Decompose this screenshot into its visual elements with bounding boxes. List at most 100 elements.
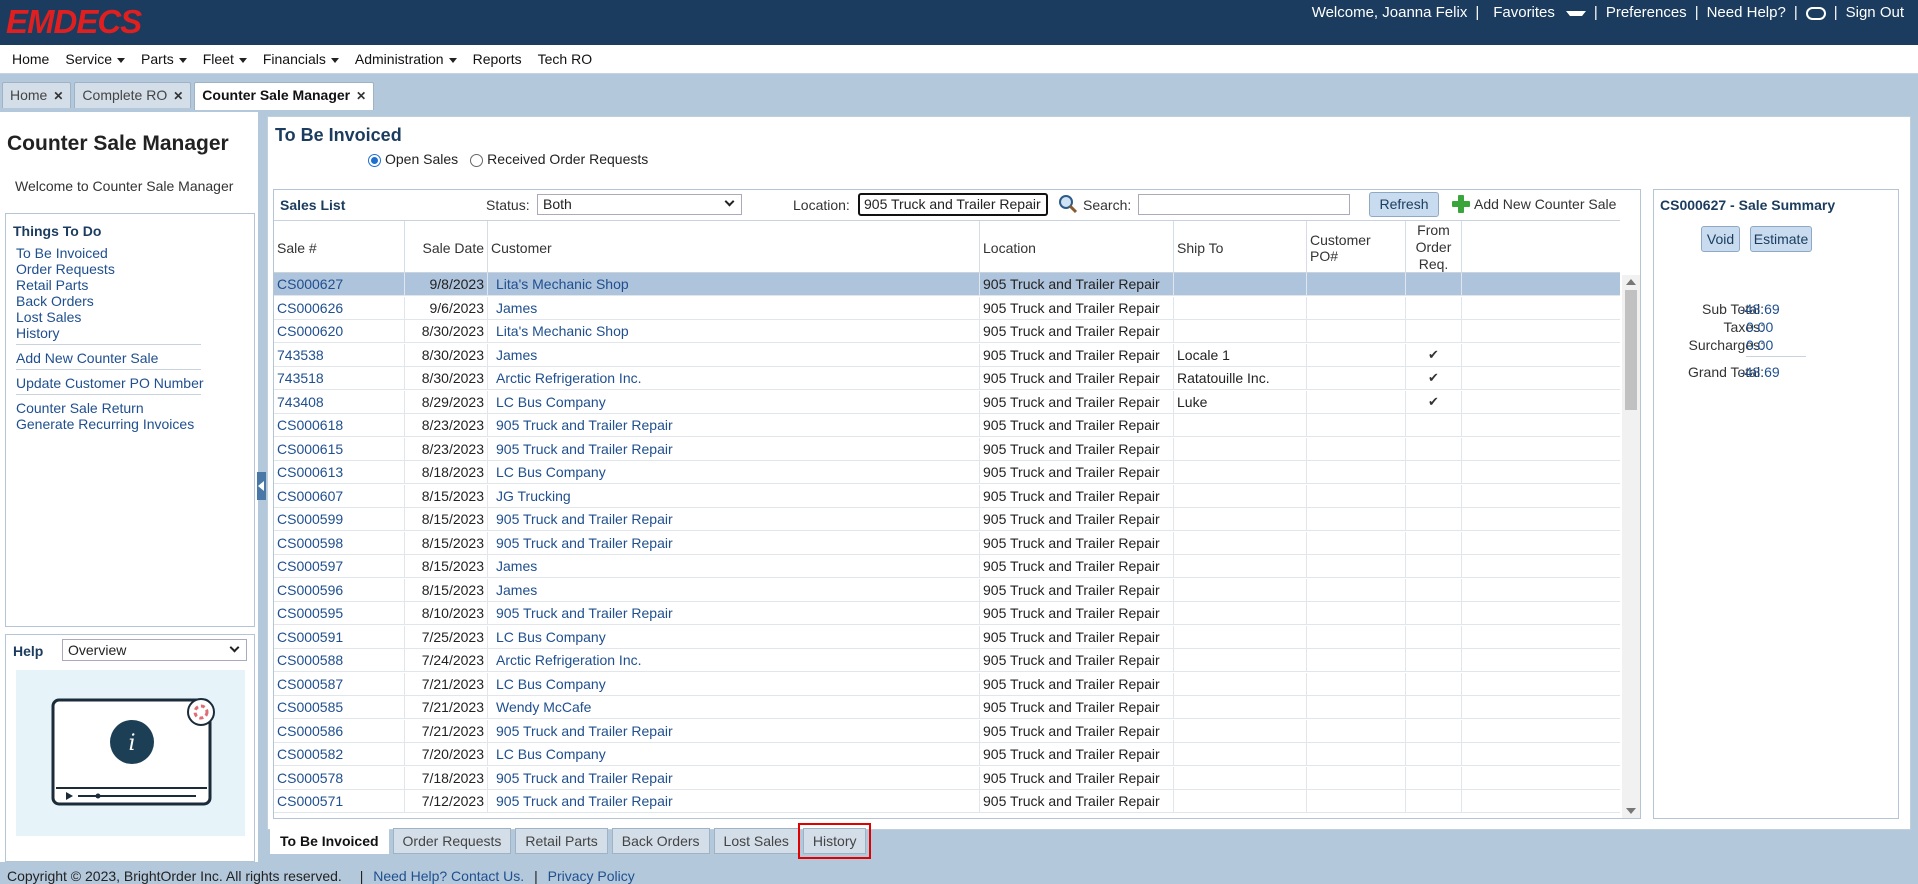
cell-sale-number[interactable]: CS000586 bbox=[274, 719, 405, 743]
table-row[interactable]: CS000618 8/23/2023 905 Truck and Trailer R… bbox=[274, 414, 1620, 437]
table-row[interactable]: 743408 8/29/2023 LC Bus Company 905 Truck a… bbox=[274, 390, 1620, 414]
close-icon[interactable]: ✕ bbox=[173, 89, 183, 103]
scroll-up-icon[interactable] bbox=[1626, 279, 1636, 285]
cell-sale-number[interactable]: CS000598 bbox=[274, 531, 405, 555]
privacy-policy-link[interactable]: Privacy Policy bbox=[548, 868, 635, 884]
col-header-customer-po[interactable]: Customer PO# bbox=[1307, 221, 1406, 274]
cell-customer[interactable]: LC Bus Company bbox=[488, 672, 980, 696]
table-row[interactable]: CS000571 7/12/2023 905 Truck and Trailer R… bbox=[274, 790, 1620, 813]
cell-sale-number[interactable]: 743538 bbox=[274, 343, 405, 367]
bottom-tab-history[interactable]: History bbox=[797, 823, 872, 859]
cell-sale-number[interactable]: CS000582 bbox=[274, 743, 405, 766]
table-row[interactable]: CS000586 7/21/2023 905 Truck and Trailer R… bbox=[274, 719, 1620, 743]
cell-sale-number[interactable]: CS000585 bbox=[274, 696, 405, 719]
table-row[interactable]: CS000578 7/18/2023 905 Truck and Trailer R… bbox=[274, 766, 1620, 790]
radio-button[interactable] bbox=[470, 153, 484, 167]
radio-open-sales[interactable]: Open Sales bbox=[368, 151, 458, 167]
cell-sale-number[interactable]: 743408 bbox=[274, 390, 405, 414]
table-row[interactable]: CS000626 9/6/2023 James 905 Truck and Trail… bbox=[274, 296, 1620, 320]
table-row[interactable]: CS000613 8/18/2023 LC Bus Company 905 Truck… bbox=[274, 461, 1620, 484]
cell-customer[interactable]: 905 Truck and Trailer Repair bbox=[488, 414, 980, 437]
todo-link-update-customer-po[interactable]: Update Customer PO Number bbox=[16, 375, 204, 391]
cell-sale-number[interactable]: CS000613 bbox=[274, 461, 405, 484]
estimate-button[interactable]: Estimate bbox=[1750, 226, 1812, 252]
todo-link-generate-recurring-invoices[interactable]: Generate Recurring Invoices bbox=[16, 416, 194, 432]
cell-sale-number[interactable]: CS000571 bbox=[274, 790, 405, 813]
menu-service[interactable]: Service bbox=[57, 51, 133, 67]
status-select[interactable]: Both bbox=[537, 194, 742, 215]
cell-sale-number[interactable]: CS000626 bbox=[274, 296, 405, 320]
bottom-tab-back-orders[interactable]: Back Orders bbox=[611, 828, 710, 854]
cell-sale-number[interactable]: CS000607 bbox=[274, 484, 405, 508]
menu-tech-ro[interactable]: Tech RO bbox=[530, 51, 600, 67]
table-row[interactable]: 743538 8/30/2023 James 905 Truck and Traile… bbox=[274, 343, 1620, 367]
menu-financials[interactable]: Financials bbox=[255, 51, 347, 67]
cell-sale-number[interactable]: CS000627 bbox=[274, 273, 405, 296]
cell-customer[interactable]: Arctic Refrigeration Inc. bbox=[488, 649, 980, 672]
menu-administration[interactable]: Administration bbox=[347, 51, 465, 67]
table-row[interactable]: CS000591 7/25/2023 LC Bus Company 905 Truck… bbox=[274, 625, 1620, 649]
cell-customer[interactable]: JG Trucking bbox=[488, 484, 980, 508]
sign-out-link[interactable]: Sign Out bbox=[1840, 4, 1910, 21]
cell-customer[interactable]: LC Bus Company bbox=[488, 743, 980, 766]
table-row[interactable]: CS000598 8/15/2023 905 Truck and Trailer R… bbox=[274, 531, 1620, 555]
cell-customer[interactable]: Lita's Mechanic Shop bbox=[488, 273, 980, 296]
location-input[interactable]: 905 Truck and Trailer Repair bbox=[858, 193, 1048, 216]
cell-customer[interactable]: 905 Truck and Trailer Repair bbox=[488, 790, 980, 813]
table-row[interactable]: CS000615 8/23/2023 905 Truck and Trailer R… bbox=[274, 437, 1620, 461]
close-icon[interactable]: ✕ bbox=[356, 89, 366, 103]
col-header-sale-number[interactable]: Sale # bbox=[274, 221, 405, 274]
menu-reports[interactable]: Reports bbox=[465, 51, 530, 67]
table-row[interactable]: CS000596 8/15/2023 James 905 Truck and Trai… bbox=[274, 578, 1620, 602]
col-header-location[interactable]: Location bbox=[980, 221, 1174, 274]
radio-button-selected[interactable] bbox=[368, 153, 381, 167]
tab-home[interactable]: Home ✕ bbox=[2, 82, 72, 108]
search-icon[interactable] bbox=[1058, 194, 1078, 214]
cell-customer[interactable]: Lita's Mechanic Shop bbox=[488, 320, 980, 343]
search-input[interactable] bbox=[1138, 194, 1350, 215]
scroll-down-icon[interactable] bbox=[1626, 808, 1636, 814]
table-row[interactable]: CS000620 8/30/2023 Lita's Mechanic Shop 905… bbox=[274, 320, 1620, 343]
col-header-sale-date[interactable]: Sale Date bbox=[405, 221, 488, 274]
add-new-counter-sale-button[interactable]: Add New Counter Sale bbox=[1452, 195, 1616, 213]
col-header-ship-to[interactable]: Ship To bbox=[1174, 221, 1307, 274]
todo-link-retail-parts[interactable]: Retail Parts bbox=[16, 277, 88, 293]
cell-customer[interactable]: James bbox=[488, 343, 980, 367]
bottom-tab-to-be-invoiced[interactable]: To Be Invoiced bbox=[270, 828, 389, 854]
bottom-tab-order-requests[interactable]: Order Requests bbox=[392, 828, 512, 854]
grid-scrollbar[interactable] bbox=[1622, 275, 1640, 818]
tab-complete-ro[interactable]: Complete RO ✕ bbox=[74, 82, 192, 108]
cell-customer[interactable]: LC Bus Company bbox=[488, 461, 980, 484]
radio-received-order-requests[interactable]: Received Order Requests bbox=[470, 151, 648, 167]
cell-sale-number[interactable]: 743518 bbox=[274, 367, 405, 390]
cell-customer[interactable]: 905 Truck and Trailer Repair bbox=[488, 437, 980, 461]
emdecs-logo[interactable]: EMDECS bbox=[6, 3, 142, 41]
cell-sale-number[interactable]: CS000591 bbox=[274, 625, 405, 649]
todo-link-back-orders[interactable]: Back Orders bbox=[16, 293, 94, 309]
cell-sale-number[interactable]: CS000597 bbox=[274, 555, 405, 578]
table-row[interactable]: CS000597 8/15/2023 James 905 Truck and Trai… bbox=[274, 555, 1620, 578]
cell-customer[interactable]: James bbox=[488, 555, 980, 578]
todo-link-order-requests[interactable]: Order Requests bbox=[16, 261, 115, 277]
cell-customer[interactable]: 905 Truck and Trailer Repair bbox=[488, 508, 980, 531]
col-header-customer[interactable]: Customer bbox=[488, 221, 980, 274]
favorites-menu[interactable]: Favorites bbox=[1481, 4, 1592, 21]
table-row[interactable]: CS000627 9/8/2023 Lita's Mechanic Shop 905 … bbox=[274, 273, 1620, 296]
cell-sale-number[interactable]: CS000615 bbox=[274, 437, 405, 461]
cell-sale-number[interactable]: CS000596 bbox=[274, 578, 405, 602]
menu-parts[interactable]: Parts bbox=[133, 51, 195, 67]
help-topic-select[interactable]: Overview bbox=[62, 639, 247, 661]
table-row[interactable]: CS000607 8/15/2023 JG Trucking 905 Truck an… bbox=[274, 484, 1620, 508]
todo-link-counter-sale-return[interactable]: Counter Sale Return bbox=[16, 400, 144, 416]
cell-sale-number[interactable]: CS000620 bbox=[274, 320, 405, 343]
cell-sale-number[interactable]: CS000618 bbox=[274, 414, 405, 437]
todo-link-to-be-invoiced[interactable]: To Be Invoiced bbox=[16, 245, 108, 261]
table-row[interactable]: CS000595 8/10/2023 905 Truck and Trailer R… bbox=[274, 602, 1620, 625]
close-icon[interactable]: ✕ bbox=[53, 89, 63, 103]
contact-us-link[interactable]: Need Help? Contact Us. bbox=[373, 868, 524, 884]
help-video-thumbnail[interactable]: i bbox=[16, 670, 245, 836]
table-row[interactable]: 743518 8/30/2023 Arctic Refrigeration Inc.… bbox=[274, 367, 1620, 390]
todo-link-history[interactable]: History bbox=[16, 325, 60, 341]
menu-fleet[interactable]: Fleet bbox=[195, 51, 255, 67]
cell-customer[interactable]: LC Bus Company bbox=[488, 390, 980, 414]
